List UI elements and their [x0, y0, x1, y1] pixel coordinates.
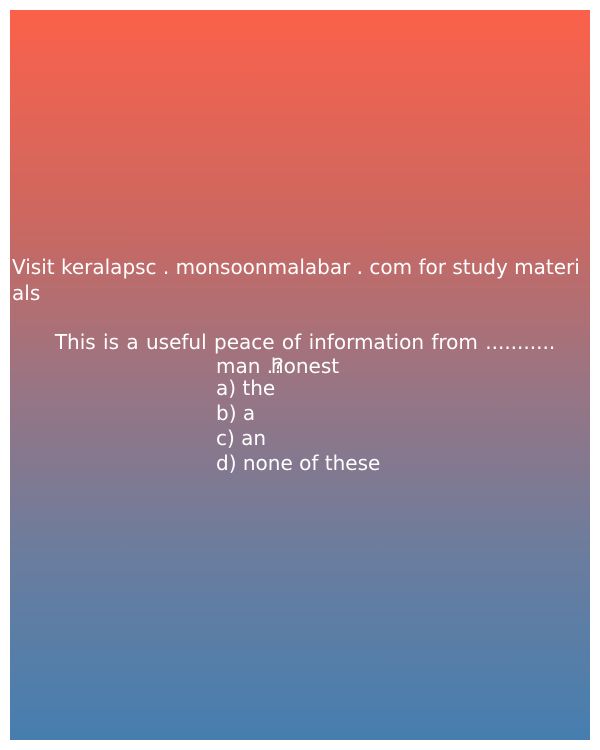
question-text-line2: man .?: [216, 354, 284, 378]
options-list: a) the b) a c) an d) none of these: [216, 376, 380, 476]
option-a: a) the: [216, 376, 276, 400]
option-c: c) an: [216, 426, 267, 450]
question-text-line1: This is a useful peace of information fr…: [54, 330, 556, 378]
option-b: b) a: [216, 401, 256, 425]
question-card: Visit keralapsc . monsoonmalabar . com f…: [10, 10, 590, 740]
option-d: d) none of these: [216, 451, 381, 475]
promo-text: Visit keralapsc . monsoonmalabar . com f…: [12, 255, 580, 305]
